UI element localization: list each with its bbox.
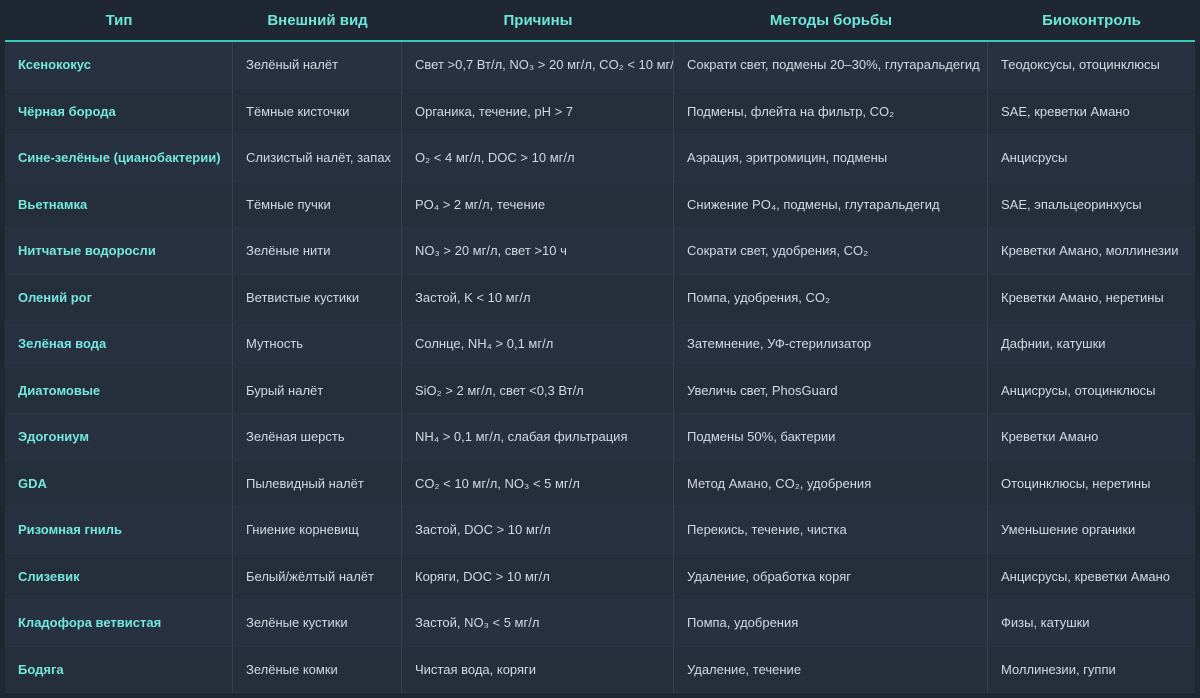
biocontrol-cell: Моллинезии, гуппи: [1001, 661, 1116, 677]
methods-cell: Помпа, удобрения: [674, 600, 988, 646]
biocontrol-cell: Дафнии, катушки: [1001, 336, 1106, 352]
type-cell: Эдогониум: [5, 414, 233, 460]
biocontrol-cell: Креветки Амано, неретины: [1001, 289, 1164, 305]
methods-cell: Удаление, обработка коряг: [674, 553, 988, 599]
column-header-biocontrol[interactable]: Биоконтроль: [988, 0, 1195, 40]
appearance-cell: Тёмные пучки: [233, 181, 402, 227]
table-row[interactable]: Вьетнамка Тёмные пучки PO₄ > 2 мг/л, течен…: [5, 181, 1195, 228]
biocontrol-cell: Уменьшение органики: [1001, 522, 1136, 538]
type-cell: Сине-зелёные (цианобактерии): [5, 135, 233, 181]
type-cell: GDA: [5, 460, 233, 506]
type-cell: Зелёная вода: [5, 321, 233, 367]
table-row[interactable]: Бодяга Зелёные комки Чистая вода, коряги Уд…: [5, 646, 1195, 693]
causes-cell: NO₃ > 20 мг/л, свет >10 ч: [402, 228, 674, 274]
methods-cell: Помпа, удобрения, CO₂: [674, 274, 988, 320]
causes-cell: Застой, DOC > 10 мг/л: [402, 507, 674, 553]
biocontrol-cell: SAE, эпальцеоринхусы: [1001, 196, 1142, 212]
biocontrol-cell: Креветки Амано, моллинезии: [1001, 243, 1179, 259]
type-cell: Чёрная борода: [5, 88, 233, 134]
methods-cell: Снижение PO₄, подмены, глутаральдегид: [674, 181, 988, 227]
biocontrol-cell: Физы, катушки: [1001, 615, 1090, 631]
methods-cell: Затемнение, УФ-стерилизатор: [674, 321, 988, 367]
causes-cell: Органика, течение, pH > 7: [402, 88, 674, 134]
type-cell: Кладофора ветвистая: [5, 600, 233, 646]
methods-cell: Увеличь свет, PhosGuard: [674, 367, 988, 413]
methods-cell: Перекись, течение, чистка: [674, 507, 988, 553]
methods-cell: Удаление, течение: [674, 646, 988, 692]
appearance-cell: Ветвистые кустики: [233, 274, 402, 320]
causes-cell: NH₄ > 0,1 мг/л, слабая фильтрация: [402, 414, 674, 460]
table-row[interactable]: Ксенококус Зелёный налёт Свет >0,7 Вт/л, N…: [5, 42, 1195, 89]
type-cell: Бодяга: [5, 646, 233, 692]
biocontrol-cell: Отоцинклюсы, неретины: [1001, 475, 1151, 491]
column-header-methods[interactable]: Методы борьбы: [674, 0, 988, 40]
biocontrol-cell: SAE, креветки Амано: [1001, 103, 1130, 119]
methods-cell: Подмены 50%, бактерии: [674, 414, 988, 460]
table-row[interactable]: Нитчатые водоросли Зелёные нити NO₃ > 20 м…: [5, 228, 1195, 275]
appearance-cell: Зелёные комки: [233, 646, 402, 692]
causes-cell: CO₂ < 10 мг/л, NO₃ < 5 мг/л: [402, 460, 674, 506]
appearance-cell: Белый/жёлтый налёт: [233, 553, 402, 599]
table-body: Ксенококус Зелёный налёт Свет >0,7 Вт/л, N…: [5, 42, 1195, 693]
causes-cell: SiO₂ > 2 мг/л, свет <0,3 Вт/л: [402, 367, 674, 413]
appearance-cell: Зелёная шерсть: [233, 414, 402, 460]
table-row[interactable]: GDA Пылевидный налёт CO₂ < 10 мг/л, NO₃ < …: [5, 460, 1195, 507]
table-header: Тип Внешний вид Причины Методы борьбы Би…: [5, 0, 1195, 42]
type-cell: Ксенококус: [5, 42, 233, 88]
table-row[interactable]: Диатомовые Бурый налёт SiO₂ > 2 мг/л, свет…: [5, 367, 1195, 414]
table-row[interactable]: Чёрная борода Тёмные кисточки Органика, те…: [5, 88, 1195, 135]
causes-cell: Застой, K < 10 мг/л: [402, 274, 674, 320]
table-row[interactable]: Слизевик Белый/жёлтый налёт Коряги, DOC > …: [5, 553, 1195, 600]
causes-cell: Застой, NO₃ < 5 мг/л: [402, 600, 674, 646]
column-header-causes[interactable]: Причины: [402, 0, 674, 40]
appearance-cell: Гниение корневищ: [233, 507, 402, 553]
appearance-cell: Пылевидный налёт: [233, 460, 402, 506]
appearance-cell: Зелёные нити: [233, 228, 402, 274]
methods-cell: Сократи свет, подмены 20–30%, глутаральд…: [674, 42, 988, 88]
causes-cell: Солнце, NH₄ > 0,1 мг/л: [402, 321, 674, 367]
causes-cell: Чистая вода, коряги: [402, 646, 674, 692]
appearance-cell: Бурый налёт: [233, 367, 402, 413]
methods-cell: Сократи свет, удобрения, CO₂: [674, 228, 988, 274]
methods-cell: Подмены, флейта на фильтр, CO₂: [674, 88, 988, 134]
table-row[interactable]: Олений рог Ветвистые кустики Застой, K < 1…: [5, 274, 1195, 321]
methods-cell: Аэрация, эритромицин, подмены: [674, 135, 988, 181]
table-row[interactable]: Эдогониум Зелёная шерсть NH₄ > 0,1 мг/л, с…: [5, 414, 1195, 461]
causes-cell: Свет >0,7 Вт/л, NO₃ > 20 мг/л, CO₂ < 10 …: [402, 42, 674, 88]
causes-cell: O₂ < 4 мг/л, DOC > 10 мг/л: [402, 135, 674, 181]
table-row[interactable]: Кладофора ветвистая Зелёные кустики Застой…: [5, 600, 1195, 647]
algae-table: Тип Внешний вид Причины Методы борьбы Би…: [5, 0, 1195, 693]
type-cell: Вьетнамка: [5, 181, 233, 227]
appearance-cell: Слизистый налёт, запах: [233, 135, 402, 181]
biocontrol-cell: Креветки Амано: [1001, 429, 1099, 445]
causes-cell: Коряги, DOC > 10 мг/л: [402, 553, 674, 599]
appearance-cell: Зелёные кустики: [233, 600, 402, 646]
biocontrol-cell: Анцисрусы: [1001, 150, 1068, 166]
type-cell: Диатомовые: [5, 367, 233, 413]
type-cell: Олений рог: [5, 274, 233, 320]
causes-cell: PO₄ > 2 мг/л, течение: [402, 181, 674, 227]
methods-cell: Метод Амано, CO₂, удобрения: [674, 460, 988, 506]
appearance-cell: Мутность: [233, 321, 402, 367]
type-cell: Нитчатые водоросли: [5, 228, 233, 274]
appearance-cell: Зелёный налёт: [233, 42, 402, 88]
biocontrol-cell: Теодоксусы, отоцинклюсы: [1001, 57, 1160, 73]
table-row[interactable]: Сине-зелёные (цианобактерии) Слизистый на…: [5, 135, 1195, 182]
table-row[interactable]: Ризомная гниль Гниение корневищ Застой, DO…: [5, 507, 1195, 554]
biocontrol-cell: Анцисрусы, отоцинклюсы: [1001, 382, 1156, 398]
column-header-appearance[interactable]: Внешний вид: [233, 0, 402, 40]
table-row[interactable]: Зелёная вода Мутность Солнце, NH₄ > 0,1 мг…: [5, 321, 1195, 368]
type-cell: Слизевик: [5, 553, 233, 599]
column-header-type[interactable]: Тип: [5, 0, 233, 40]
type-cell: Ризомная гниль: [5, 507, 233, 553]
biocontrol-cell: Анцисрусы, креветки Амано: [1001, 568, 1171, 584]
appearance-cell: Тёмные кисточки: [233, 88, 402, 134]
